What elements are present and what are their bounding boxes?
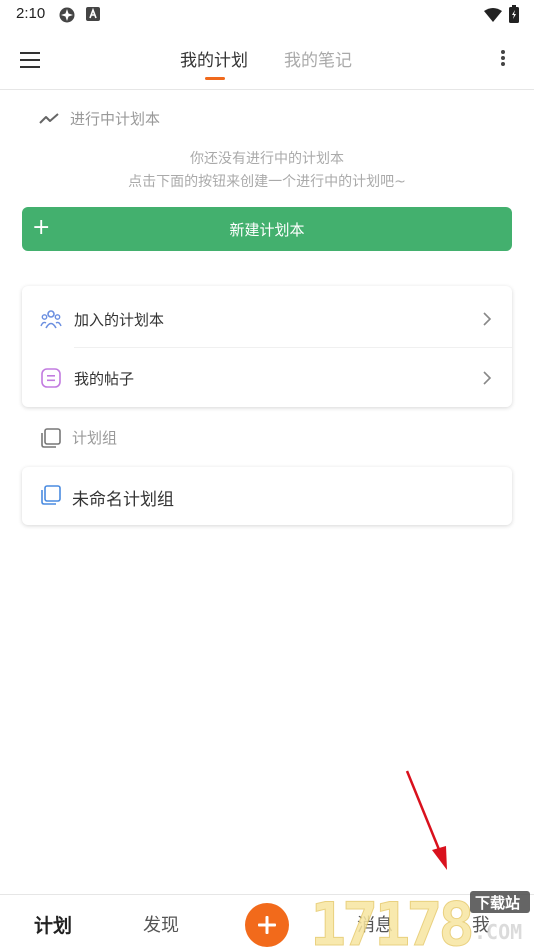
joined-plans-row[interactable]: 加入的计划本 [22, 290, 512, 348]
more-vertical-icon [501, 50, 505, 66]
nav-me[interactable]: 我 [472, 911, 490, 937]
my-posts-row[interactable]: 我的帖子 [22, 349, 512, 407]
chevron-right-icon [482, 370, 492, 390]
nav-plan[interactable]: 计划 [34, 911, 72, 938]
empty-message-line1: 你还没有进行中的计划本 [190, 151, 344, 167]
settings-icon [58, 6, 76, 28]
nav-messages[interactable]: 消息 [357, 911, 393, 937]
battery-icon [509, 5, 519, 27]
tab-indicator [205, 77, 225, 80]
row-divider [74, 347, 512, 348]
bottom-nav: 计划 发现 消息 我 [0, 894, 534, 950]
tab-my-plans[interactable]: 我的计划 [180, 46, 248, 71]
add-button[interactable] [245, 903, 289, 947]
menu-button[interactable] [18, 47, 44, 73]
tab-my-notes[interactable]: 我的笔记 [284, 46, 352, 71]
new-plan-button-label: 新建计划本 [229, 221, 305, 239]
plan-groups-title: 计划组 [72, 429, 118, 447]
my-posts-label: 我的帖子 [74, 370, 135, 388]
in-progress-title: 进行中计划本 [70, 110, 161, 128]
plan-groups-header: 计划组 [40, 427, 117, 448]
status-bar: 2:10 [0, 0, 534, 30]
top-app-bar: 我的计划 我的笔记 [0, 30, 534, 90]
empty-message-line2: 点击下面的按钮来创建一个进行中的计划吧~ [128, 174, 406, 190]
chevron-right-icon [482, 311, 492, 331]
wifi-icon [484, 7, 502, 26]
trend-icon [39, 112, 59, 124]
plus-icon [258, 916, 276, 934]
post-icon [40, 367, 62, 393]
accessibility-icon [86, 6, 100, 26]
plan-group-card[interactable]: 未命名计划组 [22, 467, 512, 525]
new-plan-button[interactable]: + 新建计划本 [22, 207, 512, 251]
people-icon [40, 308, 62, 334]
stack-icon [40, 485, 62, 509]
menu-icon [20, 52, 40, 68]
links-card: 加入的计划本 我的帖子 [22, 286, 512, 407]
status-time: 2:10 [16, 5, 46, 22]
plan-group-label: 未命名计划组 [72, 490, 174, 510]
in-progress-header: 进行中计划本 [38, 108, 160, 129]
nav-discover[interactable]: 发现 [143, 911, 179, 937]
more-button[interactable] [492, 46, 514, 72]
joined-plans-label: 加入的计划本 [74, 311, 165, 329]
stack-icon [41, 427, 61, 448]
